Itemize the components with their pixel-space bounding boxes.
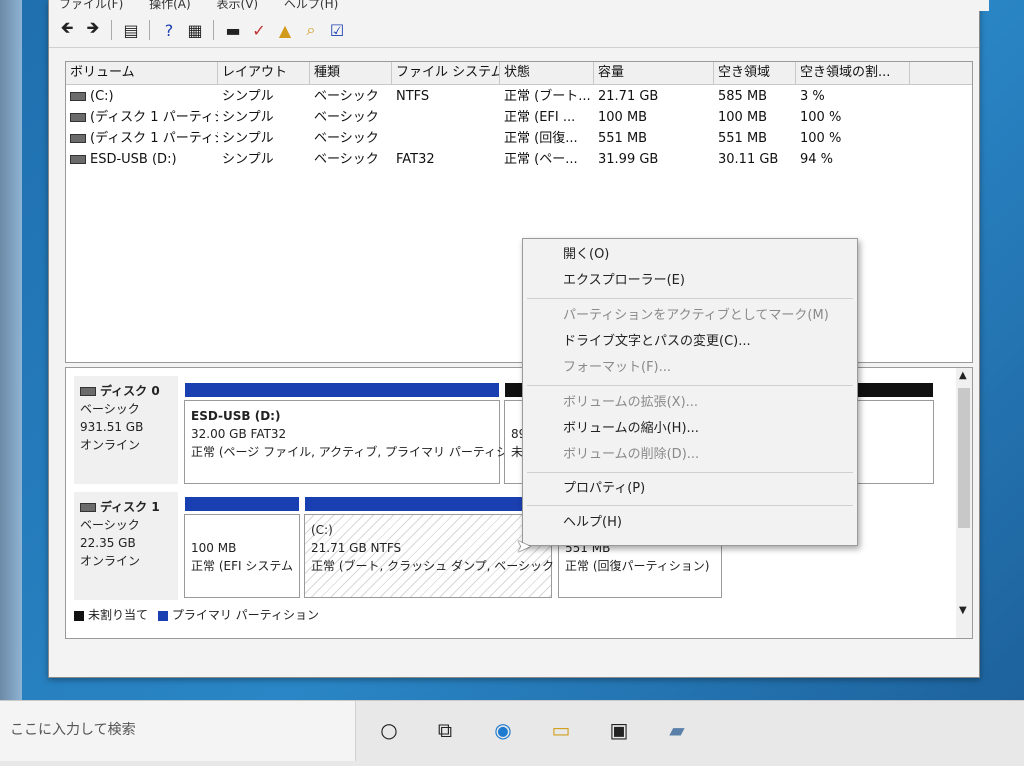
drive-icon [70,155,86,164]
legend: 未割り当て プライマリ パーティション [74,606,319,623]
drive-icon[interactable]: ▬ [223,20,243,40]
list-check-icon[interactable]: ☑ [327,20,347,40]
screen-bezel [0,0,22,700]
chevron-down-icon[interactable]: ▼ [959,605,967,616]
menu-item-shrink-volume[interactable]: ボリュームの縮小(H)... [563,418,699,440]
table-row[interactable]: ESD-USB (D:) シンプル ベーシック FAT32 正常 (ペー... … [66,149,972,170]
taskbar: ここに入力して検索 ○ ⧉ ◉ ▭ ▣ ▰ [0,700,1024,766]
drive-icon [70,92,86,101]
menu-bar: ファイル(F) 操作(A) 表示(V) ヘルプ(H) [49,0,989,11]
partition-c-drive[interactable]: (C:) 21.71 GB NTFS 正常 (ブート, クラッシュ ダンプ, ベ… [304,497,570,598]
drive-icon [70,113,86,122]
scrollbar-thumb[interactable] [958,388,970,528]
properties-icon[interactable]: ▤ [121,20,141,40]
col-filesystem[interactable]: ファイル システム [392,62,500,84]
menu-help[interactable]: ヘルプ(H) [284,0,338,11]
partition-efi[interactable]: 100 MB 正常 (EFI システム [184,497,300,598]
disk-icon [80,503,96,512]
show-hide-icon[interactable]: ▦ [185,20,205,40]
menu-item-format[interactable]: フォーマット(F)... [563,357,671,379]
volume-list-header: ボリューム レイアウト 種類 ファイル システム 状態 容量 空き領域 空き領域… [66,62,972,85]
col-status[interactable]: 状態 [500,62,594,84]
table-row[interactable]: (ディスク 1 パーティシ... シンプル ベーシック 正常 (回復... 55… [66,128,972,149]
primary-swatch [157,610,168,621]
disk-0-info[interactable]: ディスク 0 ベーシック 931.51 GB オンライン [74,376,178,484]
table-row[interactable]: (ディスク 1 パーティシ... シンプル ベーシック 正常 (EFI ... … [66,107,972,128]
search-folder-icon[interactable]: ⌕ [301,20,321,40]
toolbar: 🡸 🡺 ▤ ? ▦ ▬ ✓ ▲ ⌕ ☑ [49,13,979,48]
col-type[interactable]: 種類 [310,62,392,84]
menu-view[interactable]: 表示(V) [217,0,259,11]
edge-browser-icon[interactable]: ◉ [488,715,518,745]
cortana-circle-icon[interactable]: ○ [374,715,404,745]
menu-item-change-drive-letter[interactable]: ドライブ文字とパスの変更(C)... [563,331,751,353]
search-placeholder: ここに入力して検索 [10,722,136,738]
check-doc-icon[interactable]: ✓ [249,20,269,40]
table-row[interactable]: (C:) シンプル ベーシック NTFS 正常 (ブート... 21.71 GB… [66,86,972,107]
unallocated-swatch [74,610,84,621]
col-free-percent[interactable]: 空き領域の割... [796,62,910,84]
disk-management-taskbar-icon[interactable]: ▰ [662,715,692,745]
context-menu: 開く(O) エクスプローラー(E) パーティションをアクティブとしてマーク(M)… [522,238,858,546]
back-arrow-icon[interactable]: 🡸 [57,18,77,40]
drive-icon [70,134,86,143]
folder-up-icon[interactable]: ▲ [275,20,295,40]
menu-item-open[interactable]: 開く(O) [563,244,609,266]
menu-item-delete-volume[interactable]: ボリュームの削除(D)... [563,444,699,466]
primary-partition-bar [305,497,551,511]
help-icon[interactable]: ? [159,20,179,40]
store-icon[interactable]: ▣ [604,715,634,745]
disk-icon [80,387,96,396]
menu-item-help[interactable]: ヘルプ(H) [563,512,622,534]
file-explorer-icon[interactable]: ▭ [546,715,576,745]
col-volume[interactable]: ボリューム [66,62,218,84]
primary-partition-bar [185,497,299,511]
menu-item-extend-volume[interactable]: ボリュームの拡張(X)... [563,392,698,414]
menu-file[interactable]: ファイル(F) [59,0,123,11]
task-view-icon[interactable]: ⧉ [430,715,460,745]
menu-item-mark-active[interactable]: パーティションをアクティブとしてマーク(M) [563,305,829,327]
col-capacity[interactable]: 容量 [594,62,714,84]
col-free-space[interactable]: 空き領域 [714,62,796,84]
menu-item-properties[interactable]: プロパティ(P) [563,478,645,500]
menu-action[interactable]: 操作(A) [149,0,191,11]
primary-partition-bar [185,383,499,397]
partition-esd-usb[interactable]: ESD-USB (D:) 32.00 GB FAT32 正常 (ページ ファイル… [184,383,520,484]
disk-1-info[interactable]: ディスク 1 ベーシック 22.35 GB オンライン [74,492,178,600]
vertical-scrollbar[interactable]: ▲ ▼ [956,368,972,638]
col-layout[interactable]: レイアウト [218,62,310,84]
mouse-cursor-icon: ➤ [516,536,532,557]
menu-item-explorer[interactable]: エクスプローラー(E) [563,270,685,292]
taskbar-search-box[interactable]: ここに入力して検索 [0,701,356,761]
chevron-up-icon[interactable]: ▲ [959,370,967,381]
forward-arrow-icon[interactable]: 🡺 [83,18,103,40]
